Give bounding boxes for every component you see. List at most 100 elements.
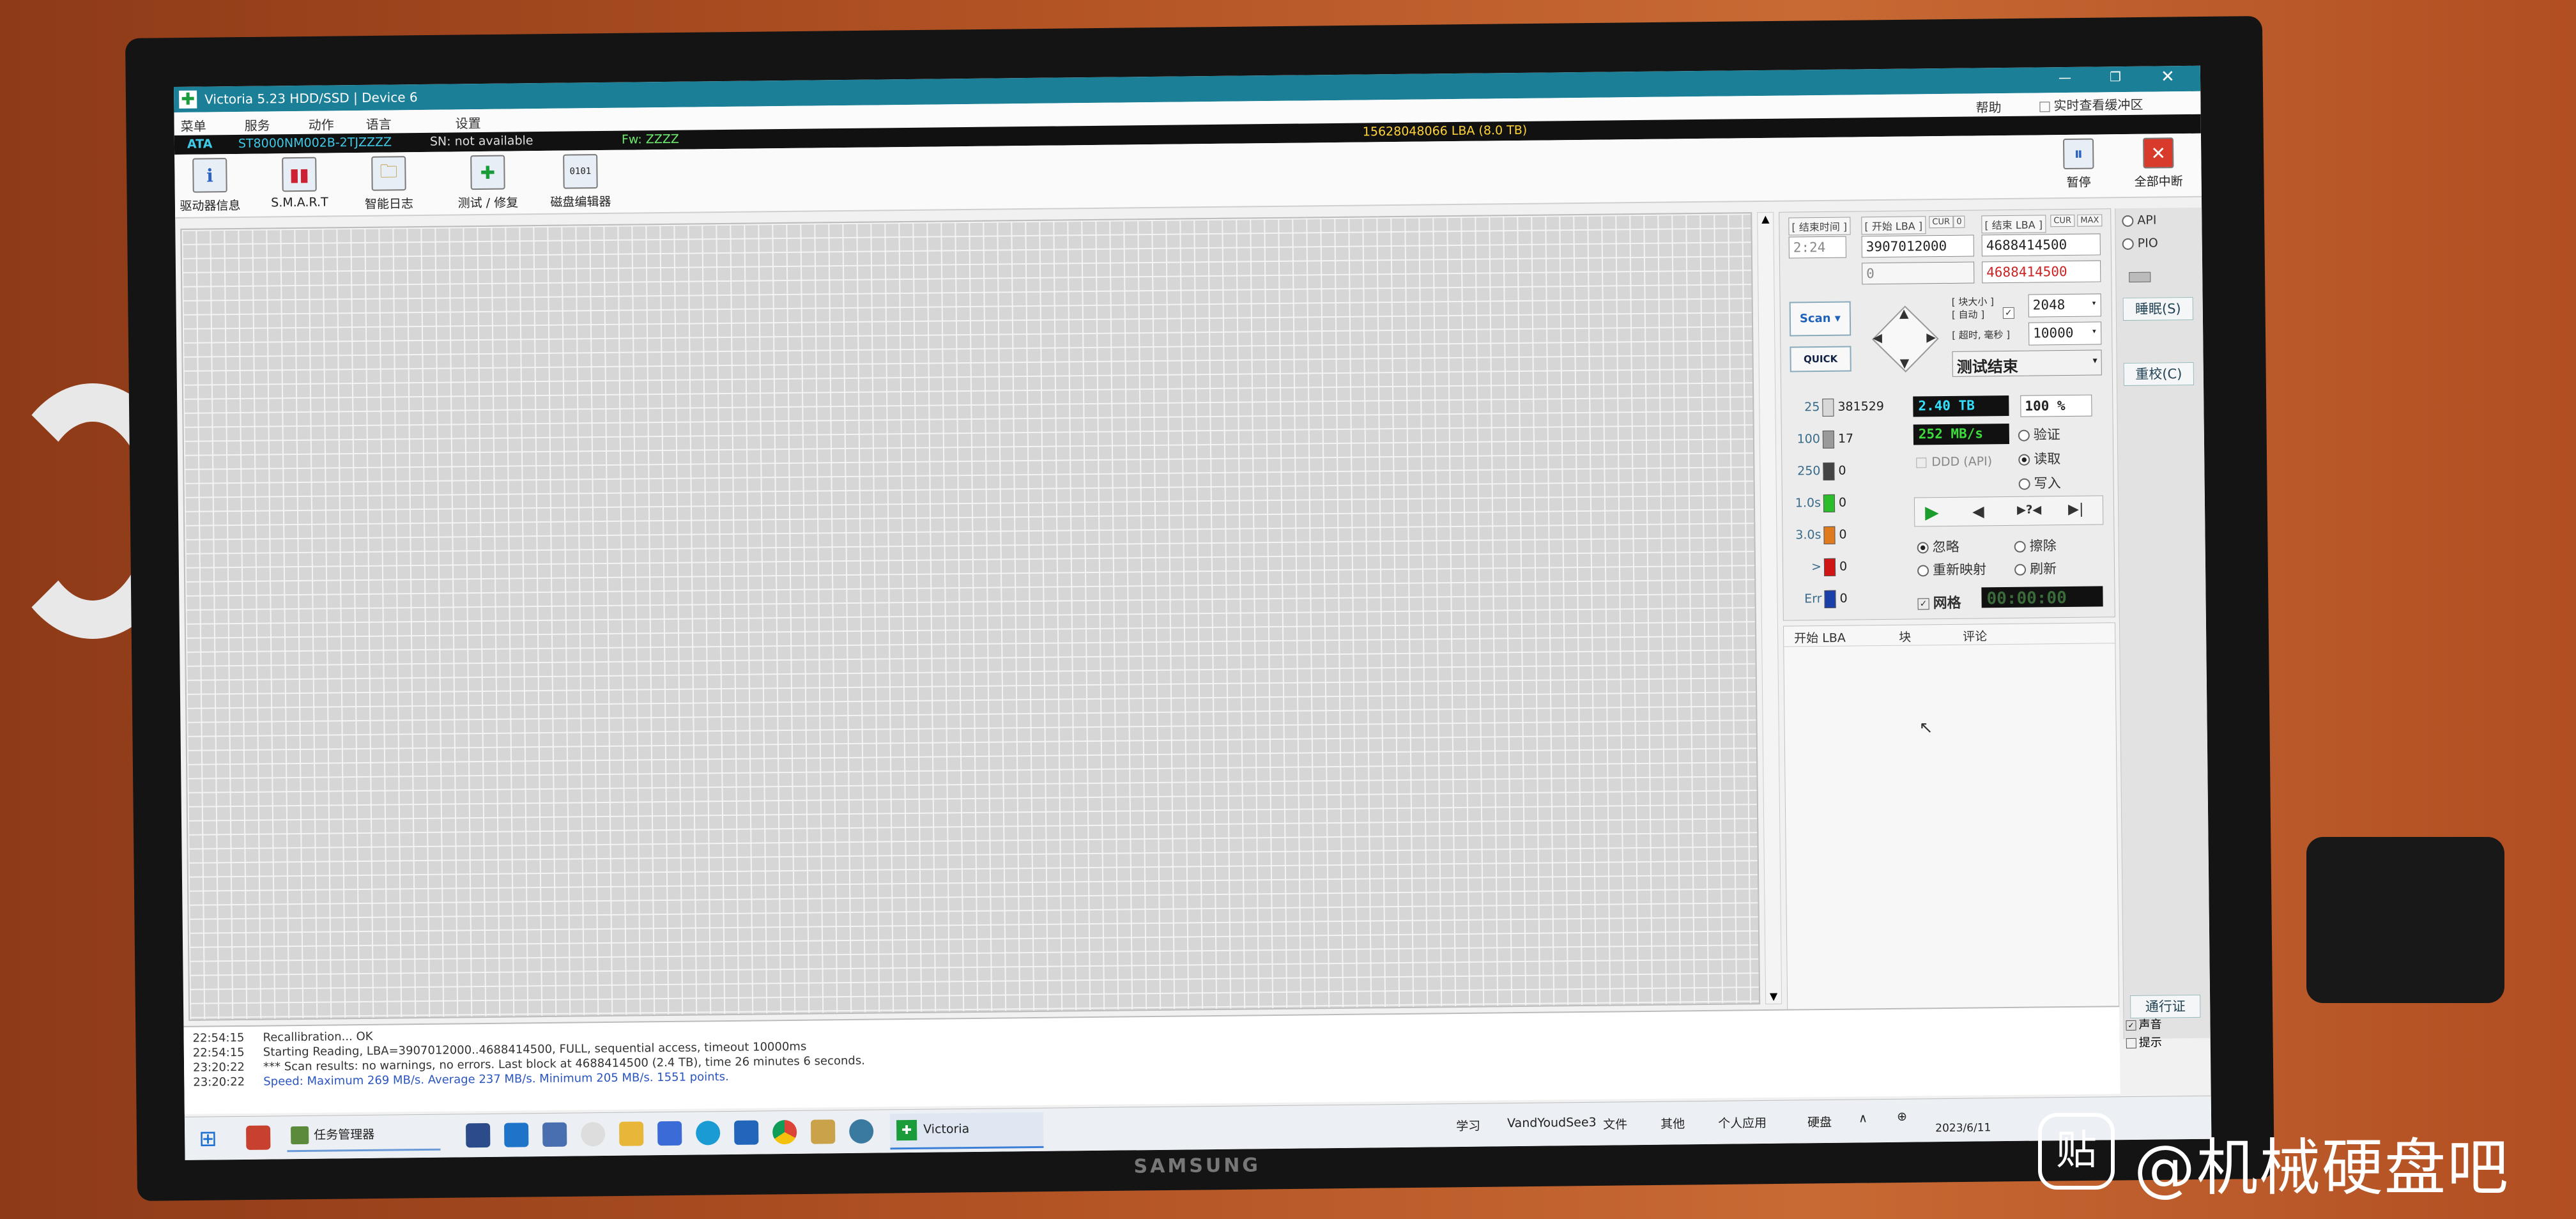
webcam	[2306, 837, 2504, 1003]
sleep-button[interactable]: 睡眠(S)	[2122, 296, 2193, 321]
grid-label: 网格	[1933, 595, 1961, 612]
folder-toolbar-4[interactable]: 其他	[1660, 1114, 1685, 1131]
dpad-left-icon[interactable]: ◀	[1873, 331, 1882, 345]
end-cur-button[interactable]: CUR	[2050, 214, 2075, 227]
menu-item-help[interactable]: 帮助	[1975, 97, 2001, 116]
percent-sign: %	[2057, 398, 2066, 414]
col-comment[interactable]: 评论	[1963, 627, 1987, 644]
tray-chevron-icon[interactable]: ∧	[1859, 1111, 1867, 1125]
folder-toolbar-3[interactable]: 文件	[1603, 1115, 1627, 1132]
start-cur-button[interactable]: CUR	[1929, 215, 1954, 229]
end-lba-label: [ 结束 LBA ]	[1981, 215, 2046, 234]
grid-checkbox[interactable]: ✓ 网格	[1917, 592, 1961, 613]
col-block[interactable]: 块	[1899, 628, 1911, 645]
dpad-right-icon[interactable]: ▶	[1926, 330, 1936, 344]
menu-item-menu[interactable]: 菜单	[180, 116, 206, 134]
hint-checkbox[interactable]: 提示	[2126, 1033, 2162, 1050]
mail-icon[interactable]	[504, 1123, 529, 1147]
rewind-icon[interactable]: ◀	[1972, 502, 1984, 520]
firmware: Fw: ZZZZ	[621, 132, 679, 147]
drive-info-button[interactable]: ℹ 驱动器信息	[174, 158, 245, 214]
smart-button[interactable]: ▮▮ S.M.A.R.T	[264, 157, 335, 210]
minimize-button[interactable]: —	[2058, 70, 2071, 85]
seek-random-icon[interactable]: ▶?◀	[2017, 503, 2041, 516]
block-size-value: 2048	[2032, 297, 2066, 313]
drive-model[interactable]: ST8000NM002B-2TJZZZZ	[238, 135, 392, 151]
app-taskbar-icon[interactable]	[542, 1122, 567, 1147]
menu-item-language[interactable]: 语言	[365, 114, 392, 132]
passport-button[interactable]: 通行证	[2130, 994, 2201, 1019]
app-taskbar-icon[interactable]	[466, 1123, 491, 1148]
file-explorer-icon[interactable]	[619, 1121, 644, 1146]
dpad-up-icon[interactable]: ▲	[1899, 307, 1909, 321]
end-lba-current-field[interactable]: 4688414500	[1982, 260, 2101, 284]
mode-read-radio[interactable]: 读取	[2018, 448, 2060, 468]
app-taskbar-icon[interactable]	[246, 1125, 271, 1150]
action-remap-radio[interactable]: 重新映射	[1917, 559, 1986, 579]
victoria-label: Victoria	[923, 1122, 970, 1137]
col-start-lba[interactable]: 开始 LBA	[1794, 629, 1846, 647]
timeout-select[interactable]: 10000 ▾	[2028, 321, 2102, 346]
folder-toolbar-6[interactable]: 硬盘	[1807, 1113, 1832, 1130]
close-button[interactable]: ✕	[2161, 67, 2175, 86]
end-lba-field[interactable]: 4688414500	[1981, 233, 2101, 257]
maximize-button[interactable]: ❐	[2110, 69, 2121, 84]
end-max-button[interactable]: MAX	[2077, 214, 2103, 227]
network-icon[interactable]: ⊕	[1897, 1110, 1907, 1124]
app-taskbar-icon[interactable]	[848, 1119, 874, 1144]
folder-toolbar-5[interactable]: 个人应用	[1718, 1114, 1767, 1131]
grid-scrollbar[interactable]: ▲ ▼	[1757, 211, 1782, 1004]
scroll-down-arrow[interactable]: ▼	[1766, 990, 1781, 1002]
pause-button[interactable]: ⏸ 暂停	[2053, 138, 2104, 190]
edge-browser-icon[interactable]	[695, 1121, 721, 1146]
pio-label: PIO	[2137, 236, 2158, 250]
task-manager-taskbar-button[interactable]: 任务管理器	[286, 1121, 441, 1153]
action-ignore-radio[interactable]: 忽略	[1917, 537, 1959, 556]
chrome-icon[interactable]	[772, 1119, 797, 1145]
test-repair-button[interactable]: ✚ 测试 / 修复	[443, 155, 533, 211]
mode-verify-radio[interactable]: 验证	[2018, 424, 2060, 444]
status-select[interactable]: 测试结束 ▾	[1952, 349, 2102, 377]
auto-checkbox[interactable]: ✓	[2002, 307, 2014, 319]
play-icon[interactable]: ▶	[1925, 502, 1939, 523]
action-erase-radio[interactable]: 擦除	[2014, 535, 2057, 555]
recalibrate-button[interactable]: 重校(C)	[2123, 362, 2195, 387]
scroll-up-arrow[interactable]: ▲	[1758, 213, 1773, 225]
api-radio[interactable]: API	[2122, 213, 2157, 228]
menu-item-action[interactable]: 动作	[308, 114, 334, 133]
victoria-taskbar-button[interactable]: ✚ Victoria	[889, 1112, 1044, 1150]
smart-log-button[interactable]: 🗀 智能日志	[353, 156, 424, 212]
end-time-field[interactable]: 2:24	[1788, 236, 1846, 259]
realtime-buffer-checkbox[interactable]: 实时查看缓冲区	[2039, 95, 2143, 114]
api-label: API	[2137, 213, 2157, 227]
ddd-api-checkbox[interactable]: DDD (API)	[1916, 454, 1992, 469]
menu-item-service[interactable]: 服务	[244, 115, 270, 134]
counter-row: 100 17	[1787, 422, 1909, 456]
skip-end-icon[interactable]: ▶|	[2068, 502, 2084, 518]
log-time: 22:54:15	[192, 1045, 245, 1060]
sound-checkbox[interactable]: ✓ 声音	[2126, 1015, 2162, 1032]
folder-toolbar-2[interactable]: VandYoudSee3	[1507, 1116, 1597, 1130]
disk-editor-button[interactable]: 0101 磁盘编辑器	[539, 154, 622, 210]
star-app-icon[interactable]	[733, 1120, 759, 1145]
dpad-down-icon[interactable]: ▼	[1900, 356, 1910, 371]
store-icon[interactable]	[657, 1121, 682, 1146]
menu-item-settings[interactable]: 设置	[455, 113, 480, 132]
windows-start-icon[interactable]: ⊞	[199, 1126, 217, 1151]
pio-radio[interactable]: PIO	[2122, 236, 2158, 250]
folder-toolbar-1[interactable]: 学习	[1456, 1117, 1480, 1134]
clock-icon[interactable]	[581, 1122, 606, 1147]
app-taskbar-icon[interactable]	[810, 1119, 836, 1144]
action-refresh-radio[interactable]: 刷新	[2014, 558, 2057, 578]
scan-button[interactable]: Scan ▾	[1789, 301, 1851, 337]
direction-pad[interactable]: ▲ ◀ ▶ ▼	[1870, 303, 1941, 374]
start-lba-field[interactable]: 3907012000	[1861, 234, 1974, 258]
tray-date[interactable]: 2023/6/11	[1935, 1121, 1991, 1135]
start-zero-button[interactable]: 0	[1953, 215, 1965, 228]
abort-all-button[interactable]: ✕ 全部中断	[2123, 137, 2194, 190]
position-field[interactable]: 0	[1862, 261, 1975, 285]
block-size-select[interactable]: 2048 ▾	[2028, 293, 2101, 318]
mode-write-radio[interactable]: 写入	[2018, 473, 2061, 493]
drive-led-icon	[2129, 272, 2151, 282]
quick-button[interactable]: QUICK	[1790, 346, 1851, 372]
